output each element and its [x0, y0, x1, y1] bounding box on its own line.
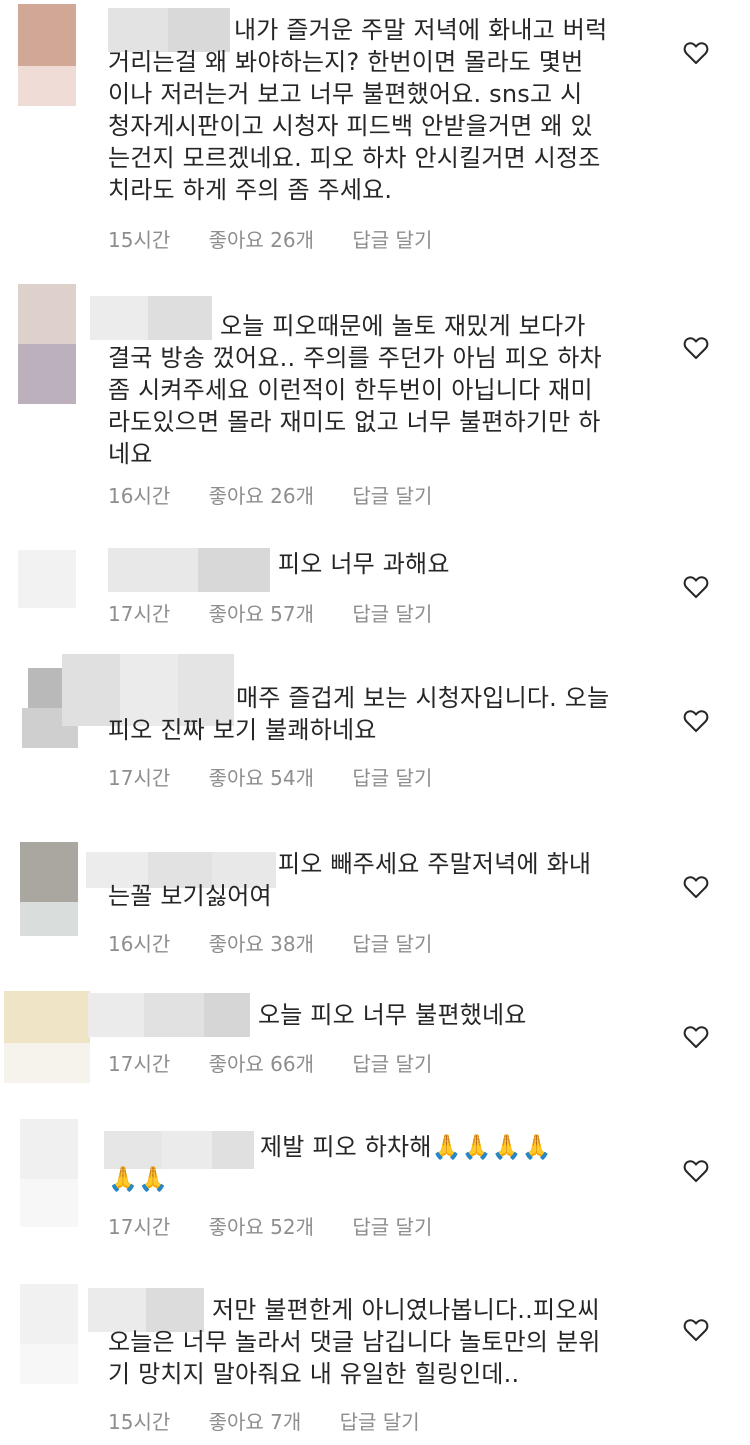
reply-button[interactable]: 답글 달기 — [352, 762, 432, 791]
like-count[interactable]: 좋아요 57개 — [209, 598, 314, 627]
comment-text: 피오 너무 과해요 — [278, 550, 450, 578]
comment-meta: 17시간 좋아요 57개 답글 달기 — [108, 598, 464, 628]
avatar[interactable] — [4, 991, 94, 1091]
like-count[interactable]: 좋아요 52개 — [209, 1211, 314, 1240]
comment-time: 17시간 — [108, 1215, 171, 1239]
reply-button[interactable]: 답글 달기 — [352, 1048, 432, 1077]
comment-item: 오늘 피오 너무 불편했네요 17시간 좋아요 66개 답글 달기 — [0, 985, 750, 1085]
comment-time: 16시간 — [108, 932, 171, 956]
comment-time: 17시간 — [108, 766, 171, 790]
avatar[interactable] — [18, 4, 78, 124]
heart-icon[interactable] — [683, 875, 709, 899]
comment-item: 제발 피오 하차해🙏🙏🙏🙏 🙏🙏 17시간 좋아요 52개 답글 달기 — [0, 1115, 750, 1255]
comment-time: 17시간 — [108, 1052, 171, 1076]
heart-icon[interactable] — [683, 1318, 709, 1342]
comment-text: 피오 빼주세요 주말저녁에 화내 는꼴 보기싫어여 — [108, 850, 592, 910]
reply-button[interactable]: 답글 달기 — [340, 1406, 420, 1435]
comment-item: 매주 즐겁게 보는 시청자입니다. 오늘 피오 진짜 보기 불쾌하네요 17시간… — [0, 650, 750, 800]
like-count[interactable]: 좋아요 7개 — [209, 1406, 302, 1435]
comment-meta: 16시간 좋아요 38개 답글 달기 — [108, 928, 464, 958]
like-count[interactable]: 좋아요 54개 — [209, 762, 314, 791]
avatar[interactable] — [18, 1119, 78, 1229]
avatar[interactable] — [18, 842, 78, 942]
like-count[interactable]: 좋아요 66개 — [209, 1048, 314, 1077]
comment-meta: 16시간 좋아요 26개 답글 달기 — [108, 480, 464, 510]
comment-text: 오늘 피오때문에 놀토 재밌게 보다가 결국 방송 껐어요.. 주의를 주던가 … — [108, 312, 602, 468]
heart-icon[interactable] — [683, 575, 709, 599]
comment-item: 오늘 피오때문에 놀토 재밌게 보다가 결국 방송 껐어요.. 주의를 주던가 … — [0, 280, 750, 530]
comment-time: 15시간 — [108, 228, 171, 252]
comment-text: 제발 피오 하차해🙏🙏🙏🙏 🙏🙏 — [108, 1133, 552, 1193]
heart-icon[interactable] — [683, 709, 709, 733]
like-count[interactable]: 좋아요 26개 — [209, 480, 314, 509]
comment-item: 피오 너무 과해요 17시간 좋아요 57개 답글 달기 — [0, 540, 750, 640]
heart-icon[interactable] — [683, 1025, 709, 1049]
avatar[interactable] — [18, 284, 78, 404]
heart-icon[interactable] — [683, 1159, 709, 1183]
reply-button[interactable]: 답글 달기 — [352, 224, 432, 253]
comment-time: 17시간 — [108, 602, 171, 626]
comment-meta: 17시간 좋아요 66개 답글 달기 — [108, 1048, 464, 1078]
comment-item: 피오 빼주세요 주말저녁에 화내 는꼴 보기싫어여 16시간 좋아요 38개 답… — [0, 830, 750, 970]
comment-meta: 17시간 좋아요 54개 답글 달기 — [108, 762, 464, 792]
reply-button[interactable]: 답글 달기 — [352, 480, 432, 509]
comment-text: 저만 불편한게 아니였나봅니다..피오씨 오늘은 너무 놀라서 댓글 남깁니다 … — [108, 1296, 601, 1388]
like-count[interactable]: 좋아요 26개 — [209, 224, 314, 253]
heart-icon[interactable] — [683, 41, 709, 65]
reply-button[interactable]: 답글 달기 — [352, 1211, 432, 1240]
comment-text: 매주 즐겁게 보는 시청자입니다. 오늘 피오 진짜 보기 불쾌하네요 — [108, 684, 610, 744]
reply-button[interactable]: 답글 달기 — [352, 598, 432, 627]
like-count[interactable]: 좋아요 38개 — [209, 928, 314, 957]
comment-meta: 15시간 좋아요 26개 답글 달기 — [108, 224, 464, 254]
avatar[interactable] — [18, 1284, 78, 1394]
comment-item: 저만 불편한게 아니였나봅니다..피오씨 오늘은 너무 놀라서 댓글 남깁니다 … — [0, 1280, 750, 1445]
heart-icon[interactable] — [683, 336, 709, 360]
comment-item: 내가 즐거운 주말 저녁에 화내고 버럭 거리는걸 왜 봐야하는지? 한번이면 … — [0, 0, 750, 270]
reply-button[interactable]: 답글 달기 — [352, 928, 432, 957]
comment-text: 내가 즐거운 주말 저녁에 화내고 버럭 거리는걸 왜 봐야하는지? 한번이면 … — [108, 16, 608, 204]
comment-text: 오늘 피오 너무 불편했네요 — [258, 1001, 527, 1029]
comment-meta: 17시간 좋아요 52개 답글 달기 — [108, 1211, 464, 1241]
avatar[interactable] — [18, 550, 78, 630]
comment-meta: 15시간 좋아요 7개 답글 달기 — [108, 1406, 452, 1436]
comment-time: 16시간 — [108, 484, 171, 508]
comment-time: 15시간 — [108, 1410, 171, 1434]
